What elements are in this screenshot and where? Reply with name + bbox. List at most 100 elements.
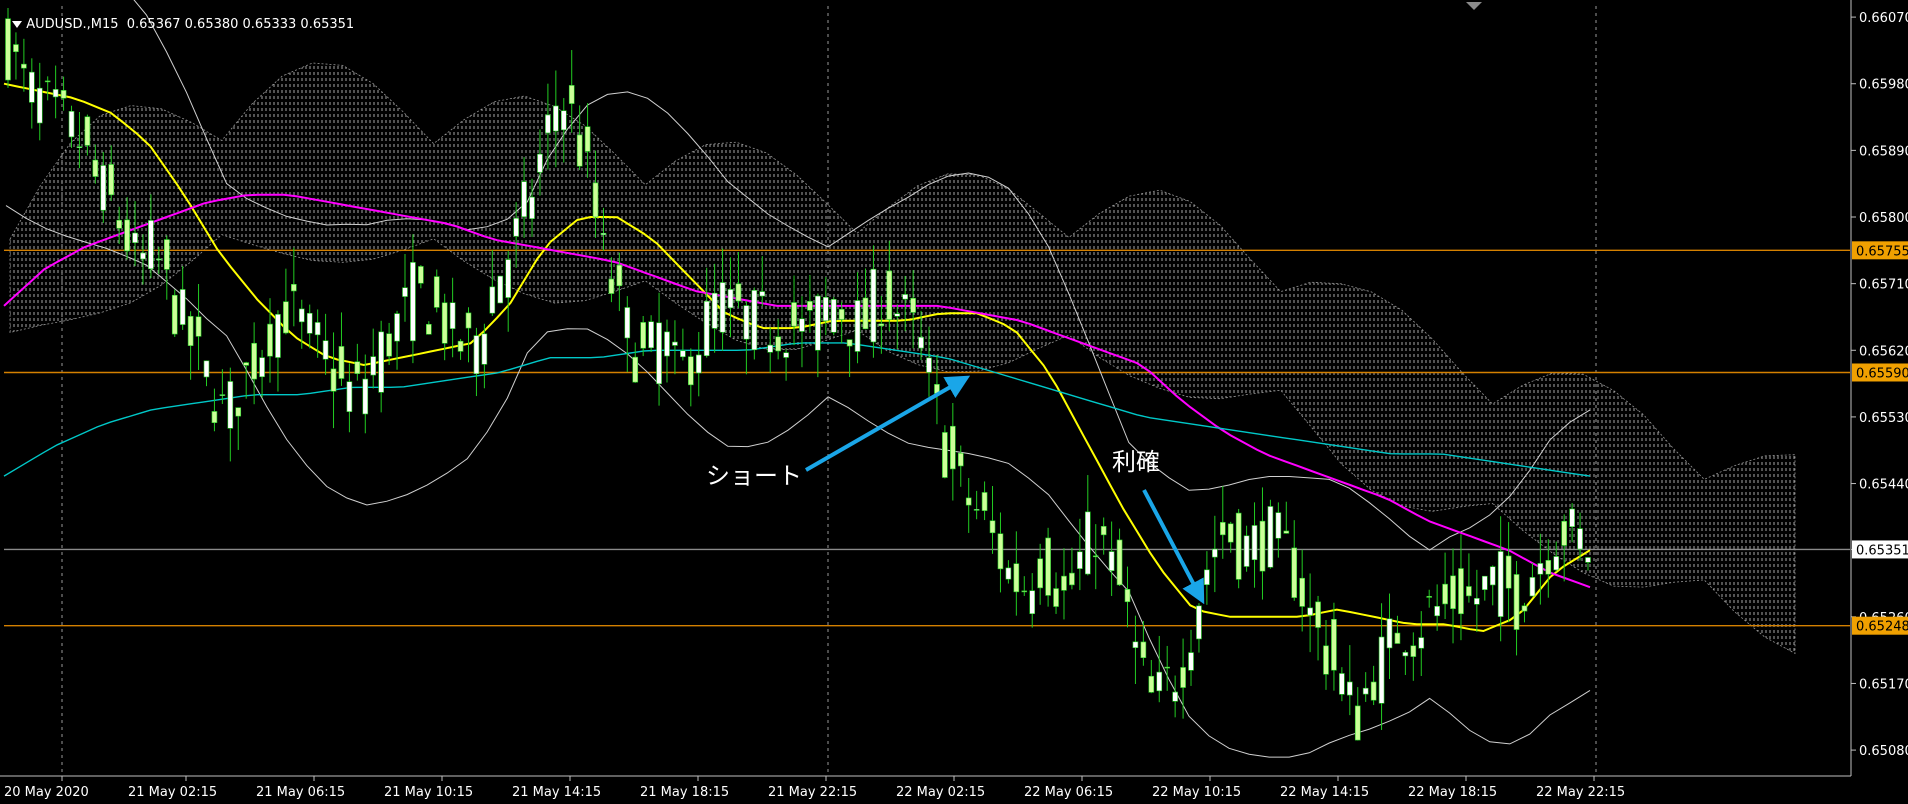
candle-body <box>830 299 837 333</box>
x-tick-label: 21 May 22:15 <box>768 785 857 800</box>
y-tick-label: 0.66070 <box>1859 11 1908 26</box>
candle-body <box>1291 547 1298 598</box>
level-label: 0.65351 <box>1856 543 1908 558</box>
candle-body <box>719 282 726 333</box>
candle-body <box>1204 569 1210 585</box>
x-tick-label: 22 May 14:15 <box>1280 785 1369 800</box>
candle-body <box>1386 618 1393 649</box>
candle-body <box>497 275 504 304</box>
candle-body <box>902 294 908 300</box>
candle-body <box>910 297 916 313</box>
candle-body <box>560 110 567 131</box>
candle-body <box>965 497 972 506</box>
candle-body <box>997 533 1004 570</box>
candle-body <box>211 411 218 423</box>
candle-body <box>1410 645 1417 657</box>
candle-body <box>1497 551 1504 617</box>
candle-body <box>743 305 750 340</box>
take-profit-annotation: 利確 <box>1112 448 1160 476</box>
candle[interactable] <box>1235 508 1242 589</box>
candle-body <box>362 378 369 415</box>
candle[interactable] <box>497 275 504 304</box>
candle[interactable] <box>1267 499 1274 569</box>
candle-body <box>1585 557 1591 563</box>
y-tick-label: 0.65530 <box>1859 411 1908 426</box>
candle-body <box>330 368 337 392</box>
candle-body <box>1315 601 1321 628</box>
candle-body <box>1569 508 1575 527</box>
candle-body <box>1323 645 1329 675</box>
candle-body <box>751 290 758 351</box>
candle-body <box>521 181 527 218</box>
y-tick-label: 0.65890 <box>1859 144 1908 159</box>
candle-body <box>537 153 543 173</box>
collapse-triangle-icon[interactable] <box>12 21 23 28</box>
candle-body <box>862 297 869 330</box>
candle-body <box>624 307 631 339</box>
candle-body <box>568 85 575 104</box>
candle-body <box>648 321 654 349</box>
candle-body <box>1013 563 1020 593</box>
candle-body <box>29 71 35 103</box>
candle-body <box>529 196 535 219</box>
candle-body <box>227 381 234 429</box>
candle-body <box>672 341 678 346</box>
candle[interactable] <box>1045 527 1051 607</box>
candle-body <box>1378 636 1385 704</box>
candle[interactable] <box>171 289 178 337</box>
candle-body <box>1458 568 1464 615</box>
candle-body <box>1251 525 1258 561</box>
candle-body <box>981 492 988 511</box>
candle-body <box>1188 652 1194 671</box>
candle-body <box>886 270 893 320</box>
candle-body <box>735 283 742 302</box>
candle-body <box>1474 598 1480 605</box>
candle-body <box>116 219 122 229</box>
candle-body <box>235 407 242 417</box>
candle-body <box>1339 673 1345 695</box>
candle-body <box>1005 567 1012 580</box>
candle-body <box>1553 556 1560 571</box>
candle-body <box>76 146 83 148</box>
level-label: 0.65590 <box>1856 366 1908 381</box>
candle-body <box>1489 566 1496 586</box>
candle-body <box>807 301 813 311</box>
candle-body <box>1061 575 1067 591</box>
candle-body <box>13 44 19 53</box>
candle-body <box>640 322 646 349</box>
candle-body <box>957 452 964 467</box>
candle[interactable] <box>830 296 837 336</box>
candle-body <box>92 159 99 177</box>
y-tick-label: 0.65440 <box>1859 478 1908 493</box>
candle[interactable] <box>942 425 948 479</box>
candle-body <box>140 252 146 260</box>
candle-body <box>433 276 440 308</box>
candle-body <box>1577 528 1583 550</box>
candle-body <box>108 164 115 196</box>
candle-body <box>513 217 519 237</box>
candle-body <box>44 80 51 83</box>
x-tick-label: 20 May 2020 <box>4 785 89 800</box>
candle-body <box>275 314 281 358</box>
candle-body <box>370 356 377 376</box>
candle-body <box>1505 555 1512 589</box>
candle-body <box>616 264 623 287</box>
candle-body <box>1299 577 1305 607</box>
candle-body <box>600 232 607 236</box>
candle-body <box>1545 560 1552 575</box>
candle-body <box>545 114 551 134</box>
candle-body <box>267 323 273 357</box>
candle-body <box>870 268 877 343</box>
candle-body <box>259 357 265 378</box>
symbol-label: AUDUSD.,M15 <box>26 17 119 32</box>
candle[interactable] <box>751 287 758 360</box>
candle-body <box>1442 583 1448 605</box>
candle-body <box>592 182 599 218</box>
candle-body <box>584 126 591 152</box>
chart-header: AUDUSD.,M15 0.65367 0.65380 0.65333 0.65… <box>4 2 354 32</box>
candle-body <box>378 331 384 393</box>
candle-body <box>1267 506 1274 568</box>
candle-body <box>1331 618 1337 671</box>
candle-body <box>950 425 956 470</box>
price-chart[interactable]: 0.66070 0.65980 0.65890 0.65800 0.65710 0.656… <box>0 0 1908 804</box>
